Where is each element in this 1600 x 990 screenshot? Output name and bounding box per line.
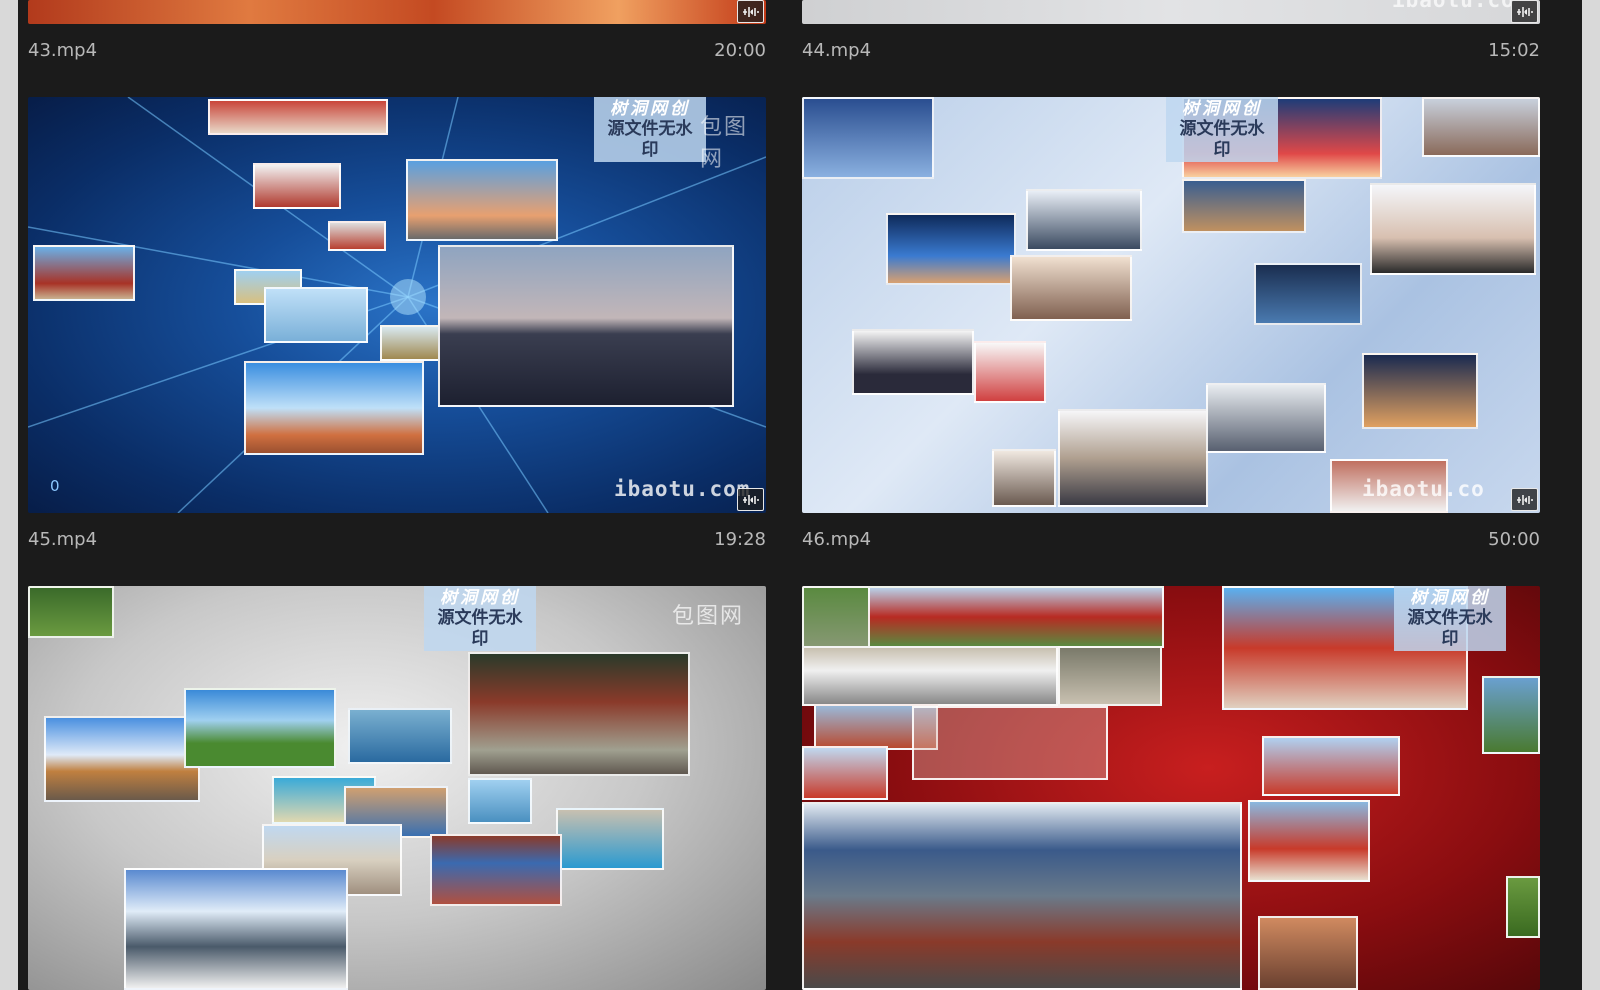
watermark-badge: 树洞网创 源文件无水印: [1166, 97, 1278, 163]
photo-card: [184, 688, 336, 768]
video-thumbnail-43[interactable]: [28, 0, 766, 24]
photo-card: [1254, 263, 1362, 325]
photo-card: [1206, 383, 1326, 453]
photo-card: [886, 213, 1016, 285]
photo-card: [556, 808, 664, 870]
photo-card: [468, 652, 690, 776]
video-duration: 15:02: [1488, 40, 1540, 61]
audio-track-icon: [737, 0, 764, 23]
photo-card: [1506, 876, 1540, 938]
photo-card: [348, 708, 452, 764]
photo-card: [28, 586, 114, 638]
photo-card: [244, 361, 424, 455]
watermark-badge: 树洞网创 源文件无水印: [594, 97, 706, 163]
photo-card: [1182, 179, 1306, 233]
photo-card: [406, 159, 558, 241]
photo-card: [868, 586, 1164, 648]
video-duration: 20:00: [714, 40, 766, 61]
video-thumbnail-45[interactable]: 树洞网创 源文件无水印 包图网 ibaotu.com 0: [28, 97, 766, 513]
photo-card: [1362, 353, 1478, 429]
photo-card: [328, 221, 386, 251]
photo-card: [802, 97, 934, 179]
video-thumbnail-44[interactable]: ibaotu.co: [802, 0, 1540, 24]
photo-card: [1370, 183, 1536, 275]
video-duration: 50:00: [1488, 529, 1540, 550]
video-filename: 45.mp4: [28, 529, 98, 550]
photo-card: [1258, 916, 1358, 990]
photo-card: [468, 778, 532, 824]
audio-track-icon: [737, 488, 764, 511]
photo-card: [124, 868, 348, 990]
site-watermark: ibaotu.co: [1392, 0, 1515, 12]
video-duration: 19:28: [714, 529, 766, 550]
photo-card: [1058, 409, 1208, 507]
photo-card: [1010, 255, 1132, 321]
photo-card: [1058, 646, 1162, 706]
video-filename: 46.mp4: [802, 529, 872, 550]
watermark-badge: 树洞网创 源文件无水印: [424, 586, 536, 652]
brand-logo: 包图网: [672, 604, 745, 629]
photo-card: [992, 449, 1056, 507]
photo-card: [253, 163, 341, 209]
photo-card: [852, 329, 974, 395]
video-grid-panel: 43.mp4 20:00 ibaotu.co 44.mp4 15:02 树洞网创…: [18, 0, 1582, 990]
photo-card: [1248, 800, 1370, 882]
brand-logo: 包图网: [700, 115, 749, 172]
photo-card: [974, 341, 1046, 403]
photo-card: [208, 99, 388, 135]
frame-counter: 0: [50, 477, 60, 495]
photo-card: [1262, 736, 1400, 796]
photo-card: [1482, 676, 1540, 754]
photo-card: [802, 646, 1058, 706]
site-watermark: ibaotu.co: [1362, 477, 1485, 501]
photo-card: [802, 746, 888, 800]
photo-card: [264, 287, 368, 343]
photo-card: [33, 245, 135, 301]
watermark-badge: 树洞网创 源文件无水印: [1394, 586, 1506, 652]
site-watermark: ibaotu.com: [614, 477, 751, 501]
photo-card: [1422, 97, 1540, 157]
photo-card: [380, 325, 442, 361]
photo-card: [802, 802, 1242, 990]
photo-card: [44, 716, 200, 802]
video-thumbnail-47[interactable]: 树洞网创 源文件无水印 包图网: [28, 586, 766, 990]
audio-track-icon: [1511, 0, 1538, 23]
photo-card: [1026, 189, 1142, 251]
photo-card: [430, 834, 562, 906]
video-filename: 43.mp4: [28, 40, 98, 61]
photo-card-city: [438, 245, 734, 407]
video-thumbnail-46[interactable]: 树洞网创 源文件无水印 ibaotu.co: [802, 97, 1540, 513]
audio-track-icon: [1511, 488, 1538, 511]
video-thumbnail-48[interactable]: 树洞网创 源文件无水印: [802, 586, 1540, 990]
photo-card: [912, 706, 1108, 780]
video-filename: 44.mp4: [802, 40, 872, 61]
